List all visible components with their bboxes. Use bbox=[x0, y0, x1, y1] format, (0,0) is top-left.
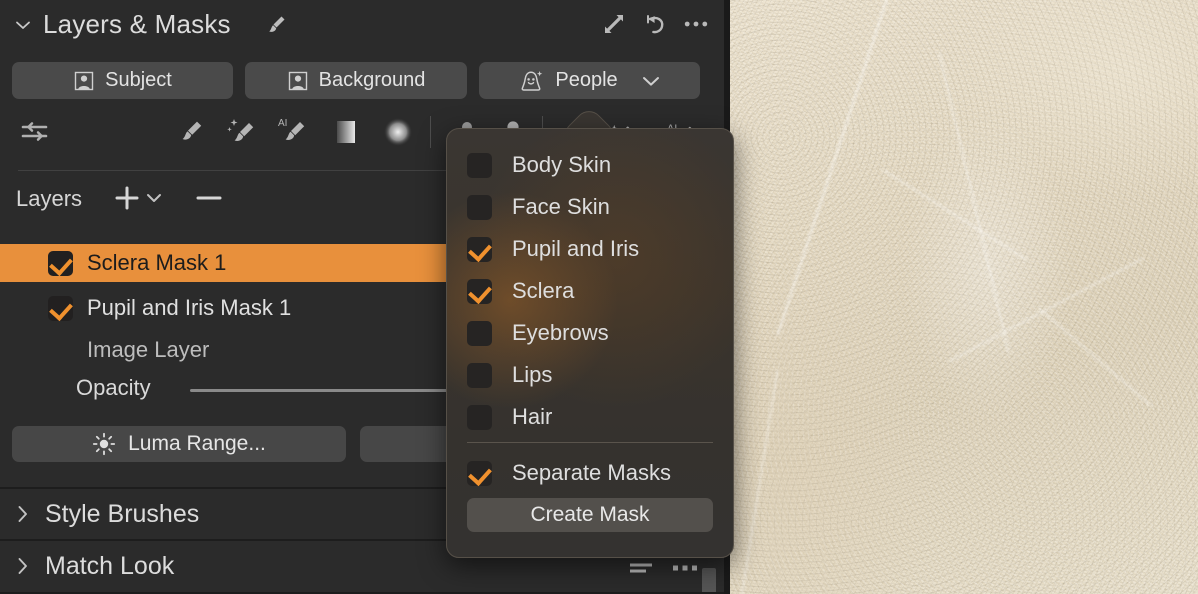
layer-name: Image Layer bbox=[87, 338, 210, 362]
create-mask-label: Create Mask bbox=[530, 503, 650, 526]
person-portrait-icon bbox=[287, 70, 309, 92]
menu-item-label: Body Skin bbox=[512, 152, 612, 177]
svg-text:AI: AI bbox=[278, 118, 287, 129]
menu-checkbox[interactable] bbox=[467, 278, 492, 304]
brightness-icon bbox=[92, 432, 116, 456]
image-canvas[interactable] bbox=[730, 0, 1198, 594]
section-title: Style Brushes bbox=[45, 499, 200, 528]
reset-arrow-icon[interactable] bbox=[643, 12, 667, 36]
ai-brush-icon[interactable]: AI bbox=[276, 115, 310, 149]
chevron-right-icon bbox=[12, 504, 34, 524]
menu-checkbox[interactable] bbox=[467, 320, 492, 346]
menu-item-separate-masks[interactable]: Separate Masks bbox=[447, 452, 733, 494]
header-actions bbox=[602, 12, 708, 36]
menu-item-face-skin[interactable]: Face Skin bbox=[447, 186, 733, 228]
menu-item-label: Separate Masks bbox=[512, 460, 671, 485]
panel-header: Layers & Masks bbox=[0, 0, 730, 52]
more-options-icon[interactable] bbox=[684, 12, 708, 36]
menu-item-eyebrows[interactable]: Eyebrows bbox=[447, 312, 733, 354]
canvas-grain-texture bbox=[730, 0, 1198, 594]
subject-mask-label: Subject bbox=[105, 69, 172, 91]
layers-label: Layers bbox=[16, 186, 83, 211]
people-mask-menu: Body Skin Face Skin Pupil and Iris Scler… bbox=[446, 128, 734, 558]
menu-divider bbox=[467, 442, 713, 443]
remove-layer-button[interactable] bbox=[194, 184, 224, 212]
menu-item-label: Face Skin bbox=[512, 194, 610, 219]
menu-checkbox[interactable] bbox=[467, 194, 492, 220]
chevron-down-icon[interactable] bbox=[12, 14, 34, 36]
toolbar-divider bbox=[430, 116, 431, 148]
menu-item-lips[interactable]: Lips bbox=[447, 354, 733, 396]
layers-masks-panel-screen: Layers & Masks Subject Background People… bbox=[0, 0, 1198, 594]
opacity-label: Opacity bbox=[76, 375, 151, 400]
chevron-right-icon bbox=[12, 556, 34, 576]
page-title: Layers & Masks bbox=[43, 9, 231, 39]
menu-item-label: Sclera bbox=[512, 278, 575, 303]
menu-item-label: Lips bbox=[512, 362, 553, 387]
menu-item-label: Hair bbox=[512, 404, 553, 429]
menu-checkbox[interactable] bbox=[467, 404, 492, 430]
people-mask-label: People bbox=[555, 69, 618, 91]
menu-item-sclera[interactable]: Sclera bbox=[447, 270, 733, 312]
panel-footer-icons bbox=[628, 560, 698, 576]
list-lines-icon[interactable] bbox=[628, 560, 654, 576]
layer-visibility-checkbox[interactable] bbox=[48, 295, 73, 321]
create-mask-button[interactable]: Create Mask bbox=[467, 498, 713, 532]
radial-gradient-icon[interactable] bbox=[381, 115, 415, 149]
panel-scrollbar[interactable] bbox=[702, 568, 716, 594]
subject-mask-button[interactable]: Subject bbox=[12, 62, 233, 99]
mask-source-buttons: Subject Background People bbox=[12, 62, 718, 99]
background-mask-label: Background bbox=[318, 69, 426, 91]
menu-checkbox[interactable] bbox=[467, 236, 492, 262]
magic-brush-icon[interactable] bbox=[225, 115, 259, 149]
people-ai-icon bbox=[519, 69, 545, 93]
separate-masks-checkbox[interactable] bbox=[467, 460, 492, 486]
adjust-sliders-icon[interactable] bbox=[18, 115, 52, 149]
add-layer-chevron-down-icon[interactable] bbox=[145, 191, 163, 209]
luma-range-label: Luma Range... bbox=[128, 432, 266, 455]
menu-item-body-skin[interactable]: Body Skin bbox=[447, 144, 733, 186]
brush-icon[interactable] bbox=[174, 115, 208, 149]
layer-name: Sclera Mask 1 bbox=[87, 250, 227, 275]
menu-item-hair[interactable]: Hair bbox=[447, 396, 733, 438]
menu-item-label: Pupil and Iris bbox=[512, 236, 640, 261]
menu-checkbox[interactable] bbox=[467, 362, 492, 388]
section-title: Match Look bbox=[45, 551, 175, 580]
menu-checkbox[interactable] bbox=[467, 152, 492, 178]
more-options-icon[interactable] bbox=[672, 564, 698, 572]
person-portrait-icon bbox=[73, 70, 95, 92]
expand-arrows-icon[interactable] bbox=[602, 12, 626, 36]
menu-item-label: Eyebrows bbox=[512, 320, 609, 345]
chevron-down-icon[interactable] bbox=[642, 75, 660, 87]
people-mask-button[interactable]: People bbox=[479, 62, 700, 99]
layer-visibility-checkbox[interactable] bbox=[48, 250, 73, 276]
add-layer-button[interactable] bbox=[113, 184, 141, 212]
luma-range-button[interactable]: Luma Range... bbox=[12, 426, 346, 462]
background-mask-button[interactable]: Background bbox=[245, 62, 467, 99]
brush-icon[interactable] bbox=[263, 12, 289, 38]
menu-item-pupil-and-iris[interactable]: Pupil and Iris bbox=[447, 228, 733, 270]
layer-name: Pupil and Iris Mask 1 bbox=[87, 295, 292, 320]
linear-gradient-icon[interactable] bbox=[329, 115, 363, 149]
